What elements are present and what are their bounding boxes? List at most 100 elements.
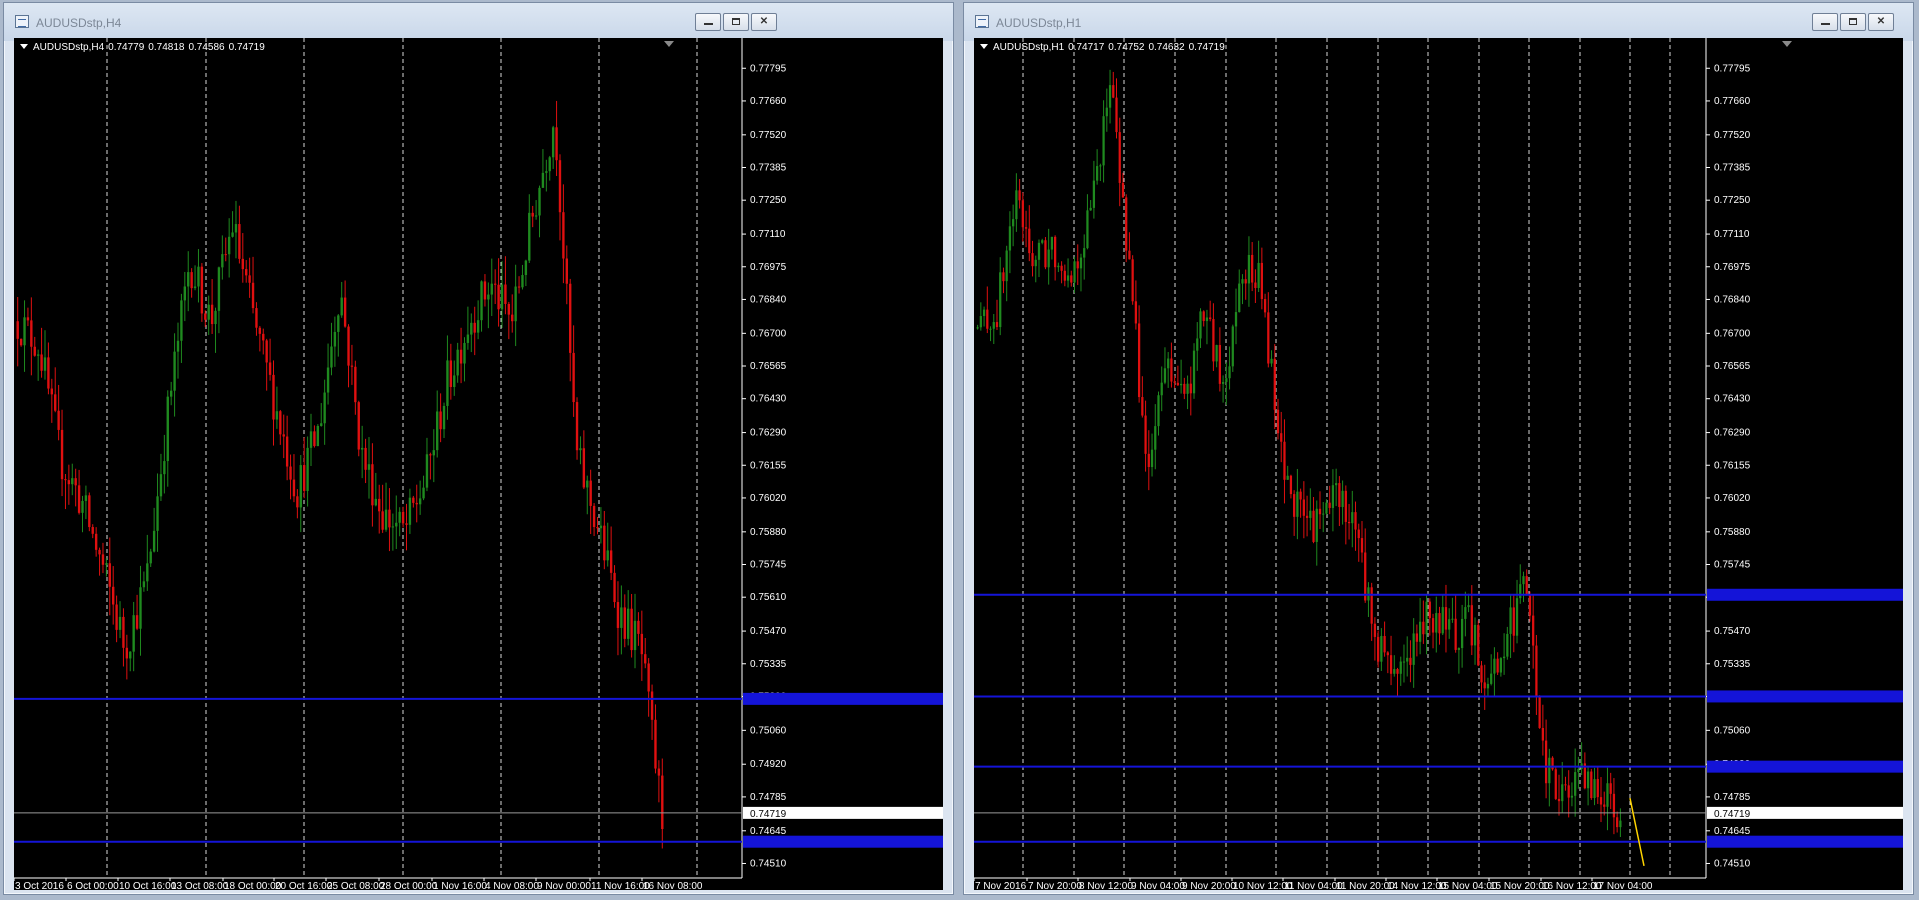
candle-body (217, 267, 221, 311)
price-label: 0.77385 (1714, 163, 1751, 174)
candle-body (265, 340, 268, 363)
time-label: 1 Nov 16:00 (433, 881, 487, 890)
chart-canvas: 3 Oct 2016 6 Oct 00:00 10 Oct 16:0013 Oct … (14, 38, 943, 890)
candle-body (422, 487, 425, 499)
price-label: 0.76840 (750, 294, 787, 305)
candle-body (221, 254, 224, 268)
bid-price-label: 0.74719 (750, 809, 787, 820)
candle-body (626, 608, 630, 639)
close-button[interactable] (751, 13, 777, 31)
candle-body (1422, 621, 1425, 635)
candle-body (1057, 265, 1060, 268)
level-price-tag (743, 835, 943, 848)
price-label: 0.75335 (1714, 659, 1751, 670)
candle-body (292, 479, 296, 497)
candle-body (1031, 253, 1034, 267)
candle-body (1270, 358, 1273, 364)
candle-body (1325, 502, 1328, 514)
chart-shift-icon[interactable] (664, 41, 674, 47)
price-label: 0.75060 (1714, 725, 1751, 736)
candle-body (637, 620, 640, 634)
price-label: 0.76840 (1714, 294, 1751, 305)
title-bar[interactable]: AUDUSDstp,H4 (4, 3, 953, 41)
candle-body (1305, 515, 1309, 518)
candle-body (976, 327, 979, 329)
candle-body (1318, 508, 1322, 515)
price-label: 0.76975 (750, 262, 787, 273)
window-title: AUDUSDstp,H1 (996, 16, 1082, 30)
candle-body (1548, 757, 1551, 784)
candle-body (1115, 97, 1118, 133)
candle-body (1528, 595, 1532, 616)
candle-body (146, 563, 149, 582)
maximize-button[interactable] (723, 13, 749, 31)
maximize-button[interactable] (1840, 13, 1866, 31)
price-chart[interactable]: 7 Nov 2016 7 Nov 20:00 8 Nov 12:00 9 Nov 04… (974, 38, 1903, 890)
dropdown-triangle-icon[interactable] (20, 44, 28, 49)
candle-body (1532, 615, 1535, 646)
candle-body (30, 320, 33, 347)
candle-body (1280, 433, 1283, 442)
candle-body (589, 480, 592, 506)
candle-body (661, 775, 664, 830)
chart-window-h4[interactable]: AUDUSDstp,H4 3 Oct 20166 Oct 00:0010 Oct… (3, 2, 954, 895)
candle-body (391, 526, 395, 528)
candle-body (1535, 645, 1538, 697)
candle-body (347, 326, 350, 366)
close-button[interactable] (1868, 13, 1894, 31)
candle-body (1606, 783, 1609, 807)
candle-body (1344, 490, 1347, 522)
candle-body (1015, 190, 1018, 220)
price-label: 0.77250 (1714, 195, 1751, 206)
candle-body (112, 586, 115, 605)
candle-body (1393, 669, 1396, 674)
price-label: 0.76290 (1714, 428, 1751, 439)
minimize-button[interactable] (695, 13, 721, 31)
candle-body (1131, 259, 1134, 302)
price-chart[interactable]: 3 Oct 2016 6 Oct 00:00 10 Oct 16:00 13 Oct … (14, 38, 943, 890)
trend-line (1629, 797, 1645, 867)
candle-body (156, 496, 159, 531)
candle-body (1354, 512, 1357, 530)
candle-body (255, 308, 258, 328)
candle-body (1157, 395, 1160, 427)
candle-body (1486, 683, 1490, 689)
chart-window-h1[interactable]: AUDUSDstp,H1 7 Nov 20167 Nov 20:008 Nov … (963, 2, 1914, 895)
window-title: AUDUSDstp,H4 (36, 16, 122, 30)
candle-body (575, 402, 579, 451)
candle-body (224, 254, 227, 256)
price-label: 0.76020 (1714, 493, 1751, 504)
candle-body (357, 402, 360, 450)
candle-body (289, 466, 292, 480)
chart-shift-icon[interactable] (1782, 41, 1792, 47)
price-label: 0.77110 (750, 229, 786, 240)
candle-body (408, 497, 412, 525)
dropdown-triangle-icon[interactable] (980, 44, 988, 49)
candle-body (1561, 784, 1564, 802)
minimize-button[interactable] (1812, 13, 1838, 31)
candle-body (986, 309, 989, 329)
time-label: 15 Nov 20:00 (1490, 881, 1550, 890)
candle-body (1619, 820, 1622, 828)
candle-body (26, 317, 30, 321)
candle-body (436, 411, 439, 451)
candle-body (599, 525, 603, 529)
time-label: 9 Nov 00:00 (537, 881, 591, 890)
price-label: 0.77250 (750, 195, 787, 206)
candle-body (1257, 262, 1260, 288)
candle-body (1251, 254, 1254, 283)
candle-body (1574, 772, 1577, 796)
level-price-tag (1707, 588, 1903, 601)
title-bar[interactable]: AUDUSDstp,H1 (964, 3, 1913, 41)
candle-body (623, 607, 626, 639)
candle-body (1347, 521, 1351, 524)
close-value: 0.74719 (228, 42, 265, 53)
candle-body (398, 511, 401, 523)
candle-body (1221, 382, 1225, 384)
candle-body (650, 691, 654, 720)
price-label: 0.75610 (750, 592, 787, 603)
candle-body (1464, 607, 1467, 619)
price-label: 0.77660 (1714, 96, 1751, 107)
time-label: 7 Nov 20:00 (1028, 881, 1082, 890)
candle-body (1241, 279, 1244, 284)
